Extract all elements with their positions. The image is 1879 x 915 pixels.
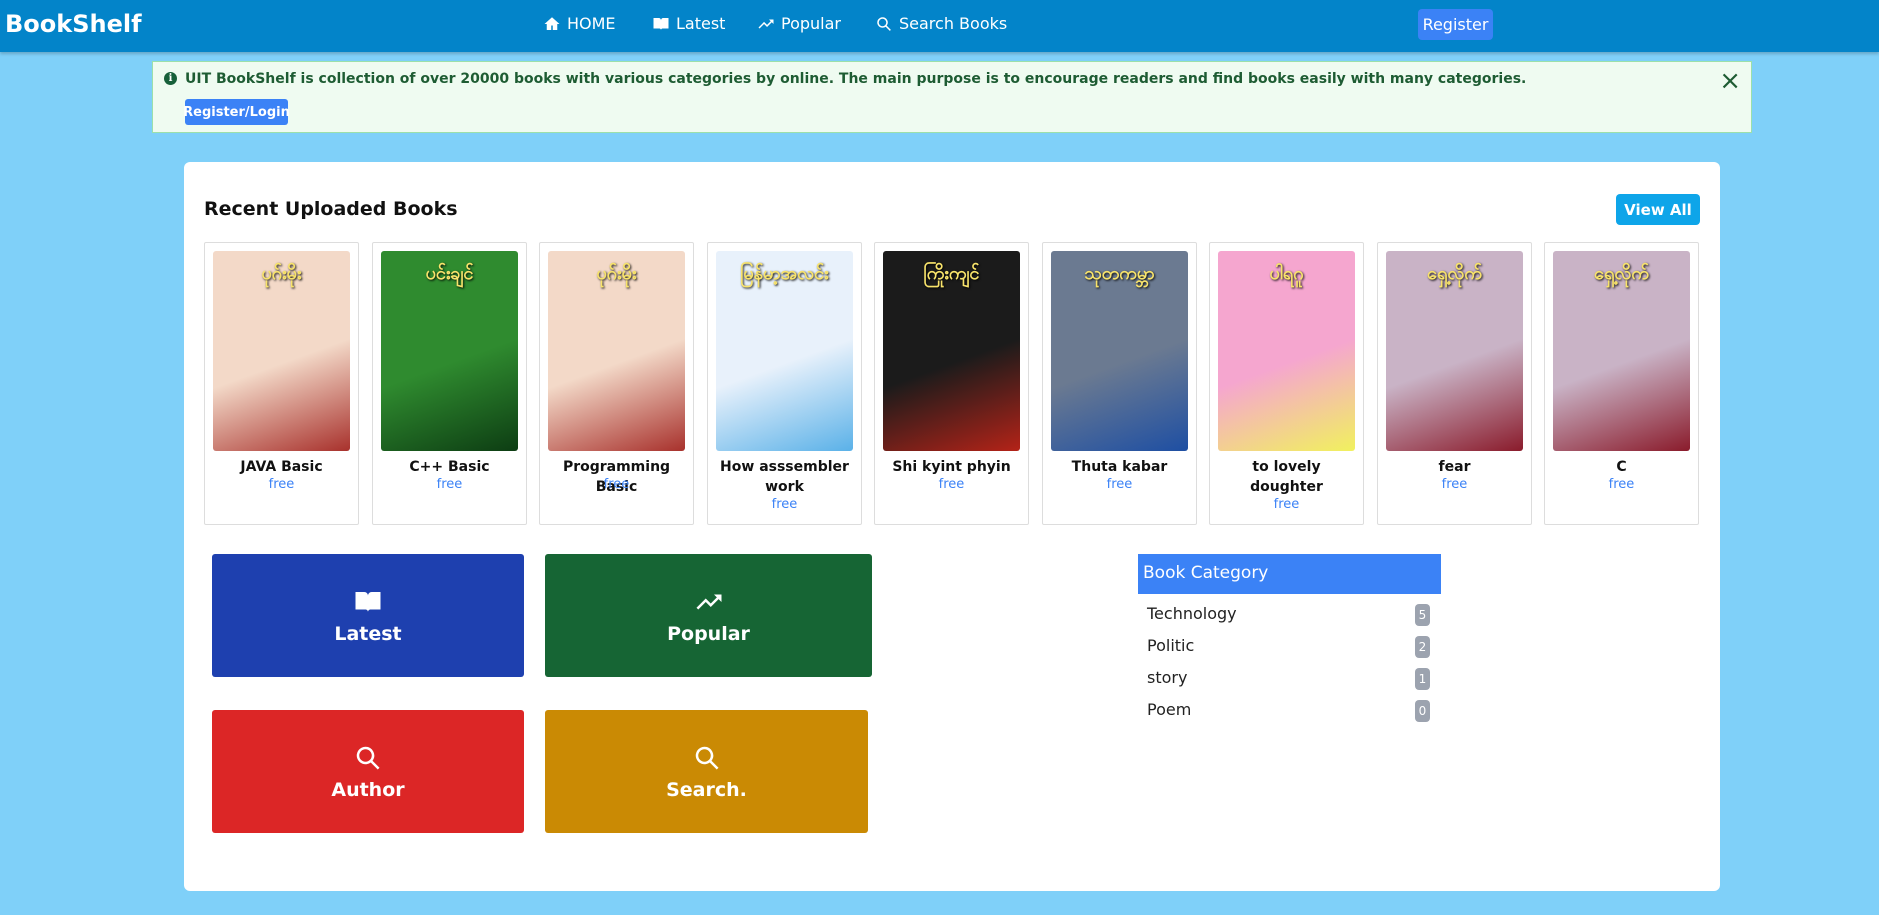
tile-popular[interactable]: Popular (545, 554, 872, 677)
nav-home[interactable]: HOME (543, 14, 616, 33)
navbar: BookShelf HOME Latest Popular Search Boo… (0, 0, 1879, 52)
search-icon (356, 746, 380, 769)
main-card: Recent Uploaded Books View All ပုဂ်းမိုး… (184, 162, 1720, 891)
book-card[interactable]: ကြိုးကျင် Shi kyint phyin free (874, 242, 1029, 525)
book-cover-text: ပုဂ်းမိုး (596, 263, 637, 284)
category-item[interactable]: Poem 0 (1147, 700, 1437, 724)
category-item[interactable]: Politic 2 (1147, 636, 1437, 660)
book-cover[interactable]: ကြိုးကျင် (883, 251, 1020, 451)
category-count-badge: 0 (1415, 700, 1430, 722)
book-cover[interactable]: ပုဂ်းမိုး (213, 251, 350, 451)
nav-latest-label: Latest (676, 14, 726, 33)
trending-up-icon (758, 19, 774, 28)
home-icon (544, 16, 560, 30)
book-cover[interactable]: သုတကမ္ဘာ (1051, 251, 1188, 451)
book-title[interactable]: to lovely doughter (1214, 457, 1359, 497)
book-price: free (268, 477, 295, 492)
book-price: free (1106, 477, 1133, 492)
category-count-badge: 5 (1415, 604, 1430, 626)
nav-popular[interactable]: Popular (757, 14, 841, 33)
book-card[interactable]: ပါရဂူ to lovely doughter free (1209, 242, 1364, 525)
book-card[interactable]: ရှေ့လိုက် fear free (1377, 242, 1532, 525)
nav-latest[interactable]: Latest (652, 14, 725, 33)
book-title[interactable]: Thuta kabar (1047, 457, 1192, 477)
category-item[interactable]: Technology 5 (1147, 604, 1437, 628)
book-title[interactable]: C (1549, 457, 1694, 477)
book-price: free (938, 477, 965, 492)
book-cover-text: မြန်မာ့အလင်း (740, 263, 829, 284)
category-name: Politic (1147, 636, 1195, 655)
search-icon (877, 16, 891, 31)
book-cover-text: ပါရဂူ (1269, 263, 1304, 284)
book-cover-text: သုတကမ္ဘာ (1084, 263, 1155, 284)
alert-message: UIT BookShelf is collection of over 2000… (185, 71, 1527, 87)
trending-up-icon (696, 594, 721, 609)
book-open-icon (653, 17, 669, 30)
book-price: free (1273, 497, 1300, 512)
book-cover[interactable]: ပုဂ်းမိုး (548, 251, 685, 451)
book-category-header: Book Category (1138, 554, 1441, 594)
book-card[interactable]: ပုဂ်းမိုး JAVA Basic free (204, 242, 359, 525)
book-card[interactable]: ပင်းချင် C++ Basic free (372, 242, 527, 525)
book-card[interactable]: မြန်မာ့အလင်း How asssembler work free (707, 242, 862, 525)
nav-search-books-label: Search Books (899, 14, 1008, 33)
brand-logo[interactable]: BookShelf (5, 10, 142, 38)
book-title[interactable]: How asssembler work (712, 457, 857, 497)
book-cover[interactable]: ပင်းချင် (381, 251, 518, 451)
nav-search-books[interactable]: Search Books (875, 14, 1007, 33)
tile-search-label: Search. (666, 778, 747, 801)
nav-home-label: HOME (567, 14, 616, 33)
category-item[interactable]: story 1 (1147, 668, 1437, 692)
view-all-button[interactable]: View All (1616, 194, 1700, 225)
close-icon[interactable]: × (1719, 68, 1741, 94)
book-cover-text: ပင်းချင် (425, 263, 474, 284)
book-cover-text: ပုဂ်းမိုး (261, 263, 302, 284)
tile-author-label: Author (331, 778, 405, 801)
register-button[interactable]: Register (1418, 9, 1493, 40)
book-cover[interactable]: ပါရဂူ (1218, 251, 1355, 451)
category-name: Poem (1147, 700, 1192, 719)
tile-popular-label: Popular (667, 622, 750, 645)
book-cover[interactable]: ရှေ့လိုက် (1553, 251, 1690, 451)
book-cover-text: ရှေ့လိုက် (1594, 263, 1649, 284)
book-price: free (1608, 477, 1635, 492)
book-cover-text: ကြိုးကျင် (923, 263, 980, 284)
book-price: free (771, 497, 798, 512)
book-cover[interactable]: မြန်မာ့အလင်း (716, 251, 853, 451)
book-price: free (603, 477, 630, 492)
category-name: story (1147, 668, 1188, 687)
tile-search[interactable]: Search. (545, 710, 868, 833)
tile-latest-label: Latest (334, 622, 402, 645)
register-login-button[interactable]: Register/Login (183, 99, 290, 125)
nav-popular-label: Popular (781, 14, 841, 33)
tile-author[interactable]: Author (212, 710, 524, 833)
book-card[interactable]: ပုဂ်းမိုး Programming Basic free (539, 242, 694, 525)
category-count-badge: 1 (1415, 668, 1430, 690)
book-cover[interactable]: ရှေ့လိုက် (1386, 251, 1523, 451)
book-price: free (436, 477, 463, 492)
book-card[interactable]: ရှေ့လိုက် Cfree (1544, 242, 1699, 525)
book-title[interactable]: C++ Basic (377, 457, 522, 477)
recent-books-title: Recent Uploaded Books (204, 198, 458, 220)
book-title[interactable]: Shi kyint phyin (879, 457, 1024, 477)
book-title[interactable]: fear (1382, 457, 1527, 477)
book-cover-text: ရှေ့လိုက် (1427, 263, 1482, 284)
book-card[interactable]: သုတကမ္ဘာ Thuta kabar free (1042, 242, 1197, 525)
search-icon (695, 746, 718, 769)
category-count-badge: 2 (1415, 636, 1430, 658)
tile-latest[interactable]: Latest (212, 554, 524, 677)
book-open-icon (355, 591, 381, 612)
info-alert: i UIT BookShelf is collection of over 20… (152, 61, 1752, 133)
info-icon: i (164, 72, 177, 85)
book-price: free (1441, 477, 1468, 492)
book-title[interactable]: JAVA Basic (209, 457, 354, 477)
category-name: Technology (1147, 604, 1237, 623)
